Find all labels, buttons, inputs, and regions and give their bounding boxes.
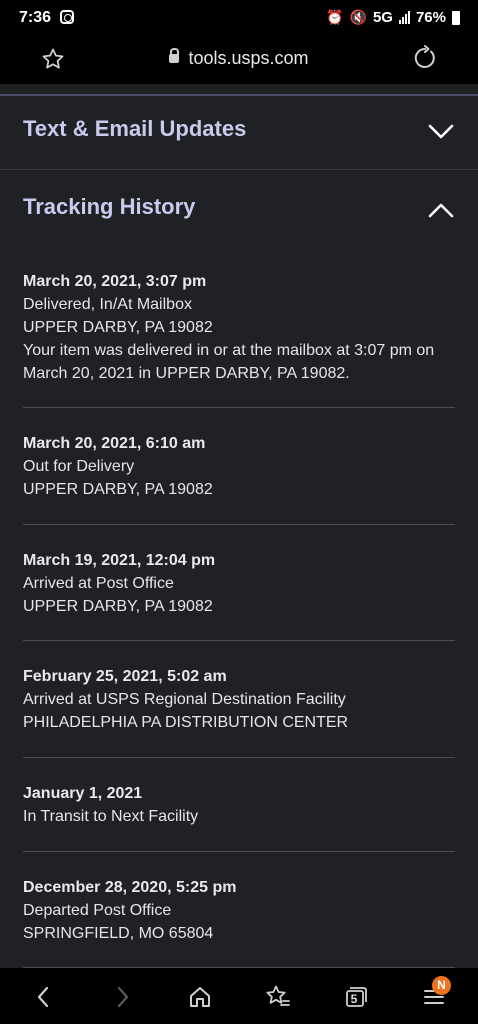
tracking-event: December 28, 2020, 5:25 pm Departed Post…	[23, 876, 455, 968]
event-location: UPPER DARBY, PA 19082	[23, 319, 213, 336]
event-status: In Transit to Next Facility	[23, 808, 199, 825]
event-status: Arrived at Post Office	[23, 575, 174, 592]
battery-percent: 76%	[415, 9, 446, 26]
event-location: UPPER DARBY, PA 19082	[23, 481, 213, 498]
battery-icon	[452, 10, 460, 25]
forward-icon[interactable]	[108, 982, 138, 1012]
network-type: 5G	[372, 9, 393, 26]
section-title: Tracking History	[23, 194, 196, 219]
chevron-up-icon	[428, 203, 454, 218]
back-icon[interactable]	[28, 982, 58, 1012]
text-email-updates-toggle[interactable]: Text & Email Updates	[0, 102, 478, 162]
bottom-navigation: 5 N	[0, 968, 478, 1024]
event-date: March 20, 2021, 6:10 am	[23, 435, 206, 452]
event-date: January 1, 2021	[23, 785, 143, 802]
section-title: Text & Email Updates	[23, 116, 247, 141]
event-status: Delivered, In/At Mailbox	[23, 296, 192, 313]
bookmarks-icon[interactable]	[263, 982, 293, 1012]
address-bar[interactable]: tools.usps.com	[0, 48, 478, 69]
tracking-event: February 25, 2021, 5:02 am Arrived at US…	[23, 665, 455, 758]
tracking-event: March 20, 2021, 3:07 pm Delivered, In/At…	[23, 270, 455, 408]
lock-icon	[169, 48, 180, 63]
divider	[23, 524, 455, 525]
event-location: SPRINGFIELD, MO 65804	[23, 925, 214, 942]
menu-badge: N	[432, 976, 451, 995]
tabs-icon[interactable]: 5	[340, 982, 370, 1012]
event-status: Out for Delivery	[23, 458, 135, 475]
divider	[0, 94, 478, 96]
divider	[23, 407, 455, 408]
instagram-icon	[60, 10, 74, 24]
event-status: Departed Post Office	[23, 902, 172, 919]
page-content: Text & Email Updates Tracking History Ma…	[0, 84, 478, 968]
status-bar: 7:36 ⏰ 🔇 5G 76%	[0, 0, 478, 36]
signal-icon	[398, 11, 410, 24]
tracking-event: March 19, 2021, 12:04 pm Arrived at Post…	[23, 549, 455, 641]
url-text: tools.usps.com	[188, 48, 309, 68]
reload-icon[interactable]	[412, 45, 438, 71]
divider	[23, 757, 455, 758]
tab-count: 5	[350, 992, 358, 1006]
mute-icon: 🔇	[349, 9, 367, 25]
event-location: PHILADELPHIA PA DISTRIBUTION CENTER	[23, 714, 349, 731]
event-status: Arrived at USPS Regional Destination Fac…	[23, 691, 346, 708]
tracking-history-toggle[interactable]: Tracking History	[0, 180, 478, 240]
event-location: UPPER DARBY, PA 19082	[23, 598, 213, 615]
status-indicators: ⏰ 🔇 5G 76%	[326, 9, 460, 26]
tracking-event: January 1, 2021 In Transit to Next Facil…	[23, 782, 455, 852]
event-date: February 25, 2021, 5:02 am	[23, 668, 227, 685]
status-time: 7:36	[19, 9, 52, 26]
divider	[0, 169, 478, 170]
tracking-event: March 20, 2021, 6:10 am Out for Delivery…	[23, 432, 455, 525]
event-date: December 28, 2020, 5:25 pm	[23, 879, 237, 896]
event-date: March 20, 2021, 3:07 pm	[23, 273, 207, 290]
event-detail: Your item was delivered in or at the mai…	[23, 342, 435, 382]
event-date: March 19, 2021, 12:04 pm	[23, 552, 216, 569]
browser-toolbar: tools.usps.com	[0, 36, 478, 84]
divider	[23, 640, 455, 641]
chevron-down-icon	[428, 124, 454, 139]
home-icon[interactable]	[185, 982, 215, 1012]
divider	[23, 851, 455, 852]
alarm-icon: ⏰	[326, 9, 344, 25]
